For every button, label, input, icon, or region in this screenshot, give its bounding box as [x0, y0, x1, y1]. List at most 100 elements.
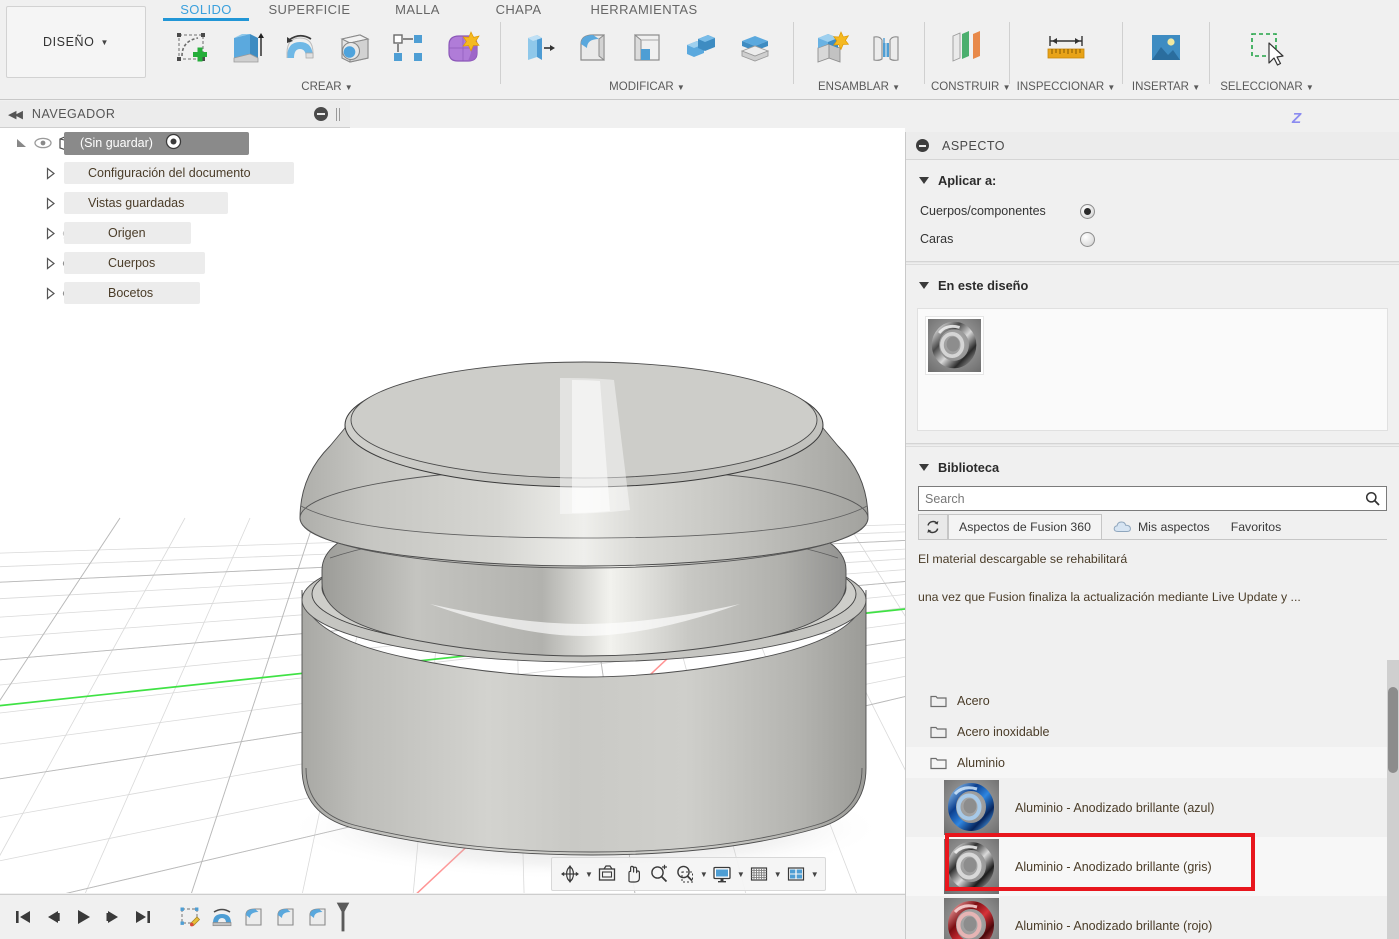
orbit-icon[interactable] [558, 860, 582, 888]
chevron-down-icon[interactable]: ▼ [700, 870, 708, 879]
expand-arrow-icon[interactable] [14, 136, 30, 150]
browser-item-configuracion-del-documento[interactable]: Configuración del documento [0, 158, 350, 188]
ribbon-group-construir-label[interactable]: CONSTRUIR ▼ [931, 81, 1011, 93]
chevron-down-icon[interactable]: ▼ [585, 870, 593, 879]
chevron-down-icon[interactable]: ▼ [737, 870, 745, 879]
radio-row-cuerpos-componentes[interactable]: Cuerpos/componentes [906, 197, 1399, 225]
expand-arrow-icon[interactable] [42, 196, 58, 210]
tab-solido[interactable]: SOLIDO [160, 0, 252, 21]
browser-root-item[interactable]: (Sin guardar) [0, 128, 350, 158]
shell-icon[interactable] [621, 24, 673, 72]
step-forward-icon[interactable] [98, 901, 128, 933]
library-notice-line-1: El material descargable se rehabilitará [918, 552, 1128, 566]
select-window-icon[interactable] [1222, 24, 1312, 72]
radio-cuerpos-componentes[interactable] [1080, 203, 1095, 219]
expand-arrow-icon[interactable] [42, 166, 58, 180]
timeline-marker-icon[interactable] [334, 900, 352, 934]
zoom-icon[interactable] [647, 860, 671, 888]
ribbon-group-crear-label[interactable]: CREAR ▼ [160, 81, 494, 93]
combine-icon[interactable] [675, 24, 727, 72]
navigator-resize-grip[interactable] [336, 108, 342, 121]
press-pull-icon[interactable] [513, 24, 565, 72]
form-icon[interactable] [436, 24, 488, 72]
expand-arrow-icon[interactable] [42, 226, 58, 240]
navigator-title: NAVEGADOR [31, 107, 116, 121]
section-biblioteca[interactable]: Biblioteca [906, 447, 1399, 484]
look-at-icon[interactable] [595, 860, 619, 888]
root-marker-icon[interactable] [165, 133, 182, 153]
timeline-feature-sketch[interactable] [174, 900, 206, 934]
library-search-box[interactable] [918, 486, 1387, 511]
tab-mis-aspectos[interactable]: Mis aspectos [1103, 514, 1220, 539]
extrude-icon[interactable] [220, 24, 272, 72]
timeline-feature-fillet-1[interactable] [238, 900, 270, 934]
go-to-start-icon[interactable] [8, 901, 38, 933]
measure-icon[interactable] [1022, 24, 1110, 72]
zoom-window-icon[interactable] [673, 860, 697, 888]
radio-row-caras[interactable]: Caras [906, 225, 1399, 253]
tab-superficie[interactable]: SUPERFICIE [252, 0, 367, 17]
workspace-switcher-button[interactable]: DISEÑO ▼ [6, 6, 146, 78]
timeline-feature-fillet-2[interactable] [270, 900, 302, 934]
step-back-icon[interactable] [38, 901, 68, 933]
library-scrollbar-thumb[interactable] [1388, 687, 1398, 773]
offset-face-icon[interactable] [729, 24, 781, 72]
display-settings-icon[interactable] [710, 860, 734, 888]
new-sketch-icon[interactable] [166, 24, 218, 72]
minimize-icon[interactable] [916, 139, 929, 152]
divider [500, 22, 501, 84]
ribbon-group-inspeccionar-label[interactable]: INSPECCIONAR ▼ [1016, 81, 1116, 93]
play-icon[interactable] [68, 901, 98, 933]
offset-plane-icon[interactable] [937, 24, 997, 72]
search-icon[interactable] [1365, 491, 1380, 506]
library-folder-acero-inoxidable[interactable]: Acero inoxidable [906, 716, 1399, 747]
expand-arrow-icon[interactable] [42, 286, 58, 300]
chevron-down-icon[interactable]: ▼ [811, 870, 819, 879]
chevron-down-icon[interactable]: ▼ [774, 870, 782, 879]
z-axis-label: Z [1292, 110, 1302, 127]
revolve-icon[interactable] [274, 24, 326, 72]
library-material-aluminio-anodizado-brillante-rojo[interactable]: Aluminio - Anodizado brillante (rojo) [906, 896, 1399, 939]
go-to-end-icon[interactable] [128, 901, 158, 933]
new-component-icon[interactable] [806, 24, 858, 72]
fillet-icon[interactable] [567, 24, 619, 72]
ribbon-group-modificar-label[interactable]: MODIFICAR ▼ [507, 81, 787, 93]
browser-item-bocetos[interactable]: Bocetos [0, 278, 350, 308]
aluminio-anodizado-brillante-gris-swatch[interactable] [925, 316, 984, 375]
grid-snaps-icon[interactable] [747, 860, 771, 888]
library-folder-acero[interactable]: Acero [906, 685, 1399, 716]
minimize-navigator-icon[interactable] [314, 107, 328, 121]
timeline-feature-fillet-3[interactable] [302, 900, 334, 934]
visibility-eye-icon[interactable] [30, 137, 56, 149]
pan-icon[interactable] [621, 860, 645, 888]
pattern-icon[interactable] [382, 24, 434, 72]
viewports-icon[interactable] [784, 860, 808, 888]
tab-favoritos[interactable]: Favoritos [1221, 514, 1292, 539]
ribbon-group-insertar-label[interactable]: INSERTAR ▼ [1129, 81, 1203, 93]
expand-arrow-icon[interactable] [42, 256, 58, 270]
browser-item-vistas-guardadas[interactable]: Vistas guardadas [0, 188, 350, 218]
library-material-aluminio-anodizado-brillante-gris[interactable]: Aluminio - Anodizado brillante (gris) [906, 837, 1399, 896]
sweep-icon[interactable] [328, 24, 380, 72]
collapse-navigator-icon[interactable]: ◀◀ [8, 108, 23, 121]
timeline-feature-revolve[interactable] [206, 900, 238, 934]
joint-icon[interactable] [860, 24, 912, 72]
tab-malla[interactable]: MALLA [367, 0, 468, 17]
insert-image-icon[interactable] [1135, 24, 1197, 72]
folder-icon [930, 757, 947, 769]
tab-aspectos-de-fusion-360[interactable]: Aspectos de Fusion 360 [948, 514, 1102, 539]
section-aplicar-a[interactable]: Aplicar a: [906, 160, 1399, 197]
radio-caras[interactable] [1080, 231, 1095, 247]
browser-item-origen[interactable]: Origen [0, 218, 350, 248]
refresh-icon[interactable] [918, 514, 948, 539]
browser-item-cuerpos[interactable]: Cuerpos [0, 248, 350, 278]
section-en-este-diseno[interactable]: En este diseño [906, 265, 1399, 302]
ribbon-group-ensamblar-label[interactable]: ENSAMBLAR ▼ [800, 81, 918, 93]
library-scrollbar[interactable] [1387, 660, 1399, 939]
tab-chapa[interactable]: CHAPA [468, 0, 569, 17]
library-folder-aluminio[interactable]: Aluminio [906, 747, 1399, 778]
library-search-input[interactable] [925, 491, 1365, 506]
ribbon-group-seleccionar-label[interactable]: SELECCIONAR ▼ [1216, 81, 1318, 93]
library-material-aluminio-anodizado-brillante-azul[interactable]: Aluminio - Anodizado brillante (azul) [906, 778, 1399, 837]
tab-herramientas[interactable]: HERRAMIENTAS [569, 0, 719, 17]
